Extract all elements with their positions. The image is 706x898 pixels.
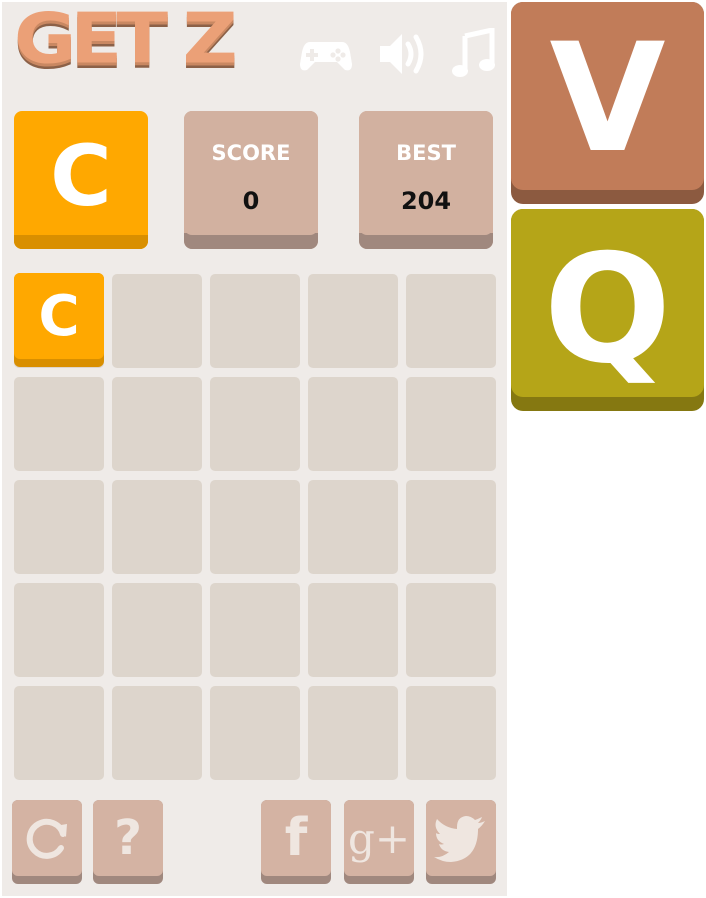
best-box: BEST 204 bbox=[359, 111, 493, 249]
board-cell[interactable] bbox=[210, 583, 300, 677]
facebook-button[interactable]: f bbox=[261, 800, 331, 884]
board-cell[interactable] bbox=[308, 274, 398, 368]
restart-button[interactable] bbox=[12, 800, 82, 884]
board-cell[interactable] bbox=[308, 583, 398, 677]
game-panel: GET Z C SCORE 0 BEST 204 C ? f g+ bbox=[2, 0, 507, 896]
help-button[interactable]: ? bbox=[93, 800, 163, 884]
board-cell[interactable] bbox=[14, 583, 104, 677]
board-cell[interactable] bbox=[210, 274, 300, 368]
board-cell[interactable] bbox=[210, 480, 300, 574]
board-cell[interactable] bbox=[406, 377, 496, 471]
board-cell[interactable] bbox=[406, 686, 496, 780]
side-tile-1-letter: V bbox=[549, 12, 666, 186]
side-tile-2: Q bbox=[511, 209, 704, 411]
score-box: SCORE 0 bbox=[184, 111, 318, 249]
board-cell[interactable] bbox=[308, 377, 398, 471]
board-cell[interactable] bbox=[14, 480, 104, 574]
current-tile-letter: C bbox=[50, 127, 112, 225]
board-cell[interactable] bbox=[112, 274, 202, 368]
board-tile-letter: C bbox=[38, 284, 80, 349]
game-logo: GET Z bbox=[14, 0, 238, 80]
board-cell[interactable] bbox=[406, 583, 496, 677]
best-label: BEST bbox=[396, 141, 456, 165]
board-cell[interactable] bbox=[112, 377, 202, 471]
board-cell[interactable] bbox=[406, 480, 496, 574]
board-cell[interactable] bbox=[112, 480, 202, 574]
best-box-body bbox=[359, 111, 493, 235]
board-cell[interactable] bbox=[210, 377, 300, 471]
board-cell[interactable] bbox=[210, 686, 300, 780]
score-label: SCORE bbox=[211, 141, 291, 165]
best-value: 204 bbox=[400, 187, 452, 215]
gamepad-icon[interactable] bbox=[298, 28, 354, 82]
board-cell[interactable] bbox=[308, 686, 398, 780]
google-plus-icon: g+ bbox=[347, 813, 411, 863]
score-value: 0 bbox=[242, 187, 260, 215]
restart-icon bbox=[26, 818, 67, 859]
board-tile[interactable]: C bbox=[14, 273, 104, 367]
music-icon[interactable] bbox=[450, 26, 498, 84]
board-cell[interactable] bbox=[14, 686, 104, 780]
score-box-body bbox=[184, 111, 318, 235]
best-box-base bbox=[359, 233, 493, 249]
board-cell[interactable] bbox=[112, 583, 202, 677]
side-tile-2-letter: Q bbox=[543, 223, 672, 397]
facebook-icon: f bbox=[284, 808, 308, 868]
current-tile: C bbox=[14, 111, 148, 249]
board-cell[interactable] bbox=[112, 686, 202, 780]
board-cell[interactable] bbox=[308, 480, 398, 574]
speaker-icon[interactable] bbox=[376, 28, 430, 84]
board-cell[interactable] bbox=[14, 377, 104, 471]
score-box-base bbox=[184, 233, 318, 249]
google-plus-button[interactable]: g+ bbox=[344, 800, 414, 884]
board-cell[interactable] bbox=[406, 274, 496, 368]
help-icon: ? bbox=[114, 810, 142, 866]
current-tile-base bbox=[14, 235, 148, 249]
twitter-button[interactable] bbox=[426, 800, 496, 884]
twitter-icon bbox=[434, 816, 485, 862]
side-tile-1: V bbox=[511, 2, 704, 204]
